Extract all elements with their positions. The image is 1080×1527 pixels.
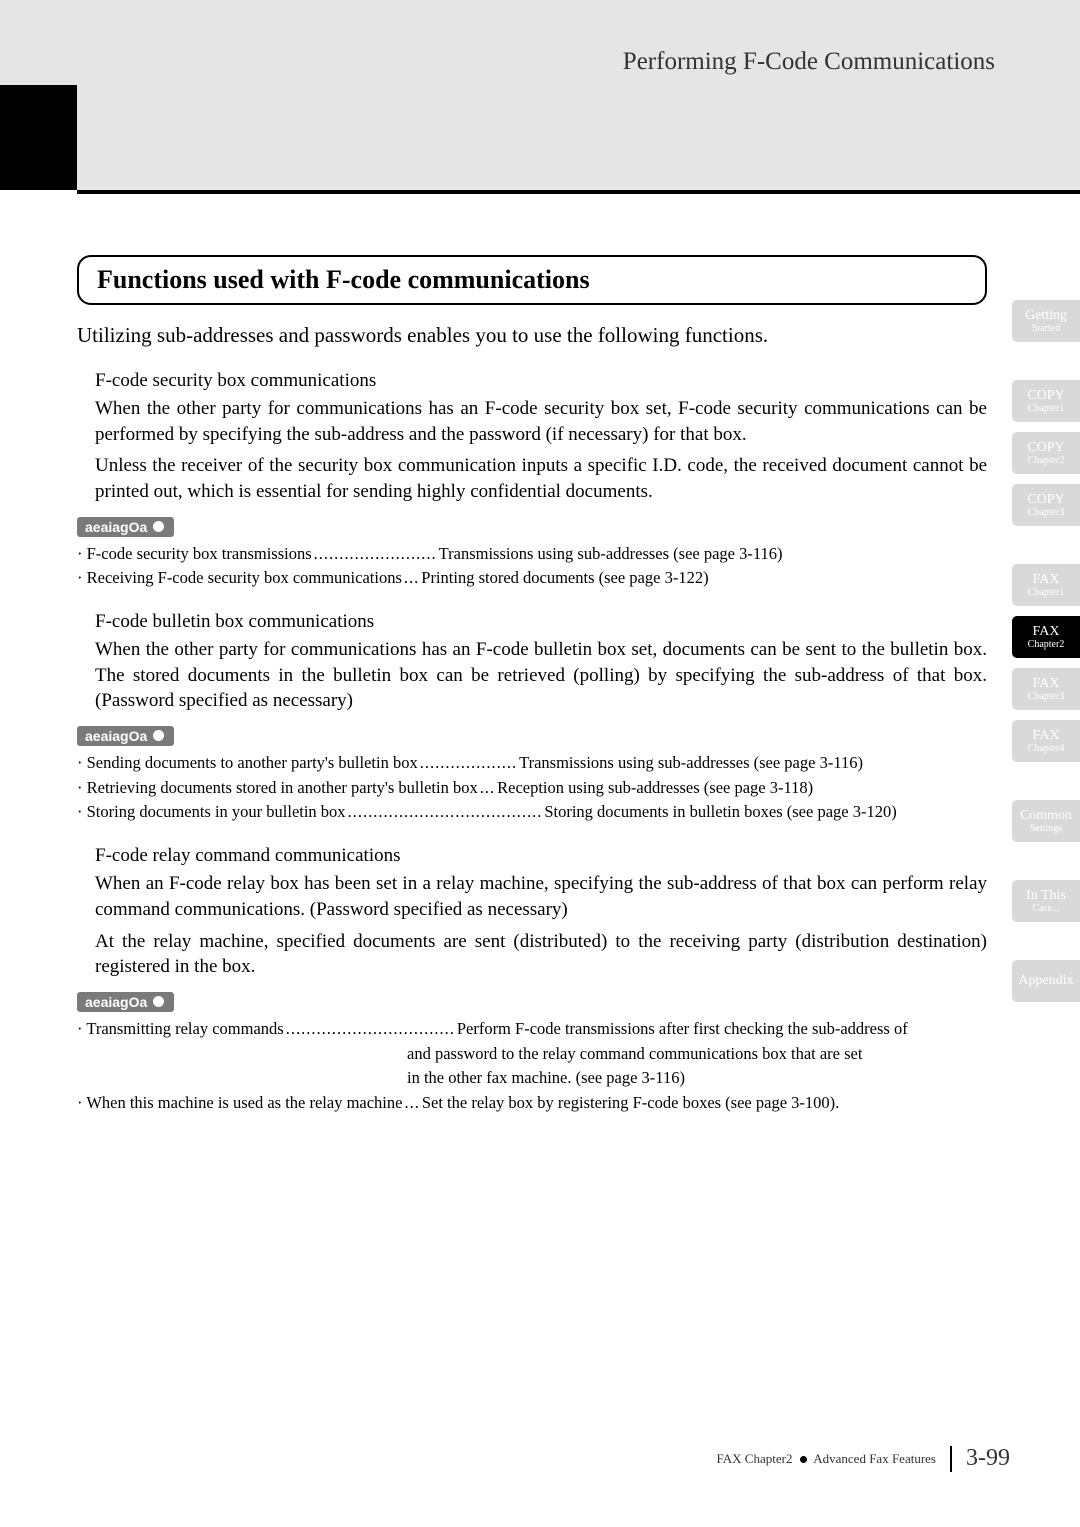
item-dots: ................... bbox=[418, 751, 519, 776]
item-dots: ... bbox=[478, 776, 497, 801]
tab-label: COPY bbox=[1027, 492, 1064, 507]
item-desc: Storing documents in bulletin boxes (see… bbox=[544, 800, 896, 825]
group-security: F-code security box communications When … bbox=[77, 370, 987, 505]
list-item: · Sending documents to another party's b… bbox=[77, 751, 987, 776]
tab-label: FAX bbox=[1033, 676, 1060, 691]
operation-list: · Transmitting relay commands ..........… bbox=[77, 1017, 987, 1116]
item-desc: Transmissions using sub-addresses (see p… bbox=[439, 542, 783, 567]
tab-sublabel: Chapter3 bbox=[1028, 691, 1065, 702]
paragraph: When the other party for communications … bbox=[95, 396, 987, 447]
group-relay: F-code relay command communications When… bbox=[77, 845, 987, 980]
tab-getting-started[interactable]: Getting Started bbox=[1012, 300, 1080, 342]
footer-trail-prefix: FAX Chapter2 bbox=[717, 1451, 793, 1466]
item-desc: Printing stored documents (see page 3-12… bbox=[421, 566, 708, 591]
tab-sublabel: Chapter1 bbox=[1028, 587, 1065, 598]
item-desc: Reception using sub-addresses (see page … bbox=[497, 776, 813, 801]
page-footer: FAX Chapter2 Advanced Fax Features 3-99 bbox=[717, 1445, 1011, 1472]
operation-list: · Sending documents to another party's b… bbox=[77, 751, 987, 825]
group-bulletin: F-code bulletin box communications When … bbox=[77, 611, 987, 714]
tab-common-settings[interactable]: Common Settings bbox=[1012, 800, 1080, 842]
item-desc: Perform F-code transmissions after first… bbox=[457, 1017, 908, 1042]
operation-badge-label: aeaiagOa bbox=[85, 728, 147, 744]
item-term: · Receiving F-code security box communic… bbox=[77, 566, 402, 591]
tab-appendix[interactable]: Appendix bbox=[1012, 960, 1080, 1002]
footer-trail-suffix: Advanced Fax Features bbox=[813, 1451, 936, 1466]
paragraph: Unless the receiver of the security box … bbox=[95, 453, 987, 504]
item-term: · Sending documents to another party's b… bbox=[77, 751, 418, 776]
operation-list: · F-code security box transmissions ....… bbox=[77, 542, 987, 592]
item-dots: ... bbox=[402, 566, 421, 591]
item-dots: ...................................... bbox=[346, 800, 545, 825]
group-title: F-code security box communications bbox=[95, 370, 987, 392]
item-term: · When this machine is used as the relay… bbox=[77, 1091, 402, 1116]
tab-fax-2[interactable]: FAX Chapter2 bbox=[1012, 616, 1080, 658]
tab-fax-1[interactable]: FAX Chapter1 bbox=[1012, 564, 1080, 606]
footer-separator bbox=[950, 1446, 952, 1472]
item-desc: Transmissions using sub-addresses (see p… bbox=[519, 751, 863, 776]
tab-sublabel: Chapter2 bbox=[1028, 639, 1065, 650]
main-heading: Functions used with F-code communication… bbox=[97, 265, 967, 295]
tab-sublabel: Case... bbox=[1033, 903, 1060, 914]
item-desc-cont: and password to the relay command commun… bbox=[77, 1042, 987, 1067]
header-black-block bbox=[0, 85, 77, 190]
group-title: F-code relay command communications bbox=[95, 845, 987, 867]
item-dots: ........................ bbox=[312, 542, 439, 567]
tab-fax-4[interactable]: FAX Chapter4 bbox=[1012, 720, 1080, 762]
list-item: · Storing documents in your bulletin box… bbox=[77, 800, 987, 825]
tab-in-this-case[interactable]: In This Case... bbox=[1012, 880, 1080, 922]
tab-label: FAX bbox=[1033, 572, 1060, 587]
page-content: Functions used with F-code communication… bbox=[77, 255, 987, 1136]
item-term: · Retrieving documents stored in another… bbox=[77, 776, 478, 801]
tab-sublabel: Started bbox=[1032, 323, 1060, 334]
intro-text: Utilizing sub-addresses and passwords en… bbox=[77, 323, 987, 348]
bullet-icon bbox=[800, 1456, 807, 1463]
tab-label: In This bbox=[1026, 888, 1066, 903]
item-desc-cont: in the other fax machine. (see page 3-11… bbox=[77, 1066, 987, 1091]
header-band: Performing F-Code Communications bbox=[0, 0, 1080, 190]
operation-badge: aeaiagOa bbox=[77, 726, 174, 746]
tab-label: COPY bbox=[1027, 440, 1064, 455]
main-heading-box: Functions used with F-code communication… bbox=[77, 255, 987, 305]
list-item: · Transmitting relay commands ..........… bbox=[77, 1017, 987, 1042]
group-title: F-code bulletin box communications bbox=[95, 611, 987, 633]
operation-badge: aeaiagOa bbox=[77, 517, 174, 537]
paragraph: When the other party for communications … bbox=[95, 637, 987, 714]
tab-label: FAX bbox=[1033, 728, 1060, 743]
paragraph: At the relay machine, specified document… bbox=[95, 929, 987, 980]
tab-sublabel: Chapter1 bbox=[1028, 403, 1065, 414]
tab-label: FAX bbox=[1033, 624, 1060, 639]
list-item: · Retrieving documents stored in another… bbox=[77, 776, 987, 801]
item-term: · Storing documents in your bulletin box bbox=[77, 800, 346, 825]
tab-label: Common bbox=[1020, 808, 1072, 823]
tab-sublabel: Chapter2 bbox=[1028, 455, 1065, 466]
tab-sublabel: Chapter3 bbox=[1028, 507, 1065, 518]
page-number: 3-99 bbox=[966, 1445, 1010, 1472]
section-title: Performing F-Code Communications bbox=[623, 48, 995, 76]
tab-fax-3[interactable]: FAX Chapter3 bbox=[1012, 668, 1080, 710]
list-item: · Receiving F-code security box communic… bbox=[77, 566, 987, 591]
tab-copy-2[interactable]: COPY Chapter2 bbox=[1012, 432, 1080, 474]
operation-badge-label: aeaiagOa bbox=[85, 994, 147, 1010]
tab-label: Getting bbox=[1025, 308, 1067, 323]
item-term: · F-code security box transmissions bbox=[77, 542, 312, 567]
header-divider bbox=[77, 190, 1080, 194]
footer-trail: FAX Chapter2 Advanced Fax Features bbox=[717, 1451, 937, 1467]
list-item: · When this machine is used as the relay… bbox=[77, 1091, 987, 1116]
item-term: · Transmitting relay commands bbox=[77, 1017, 284, 1042]
tab-sublabel: Chapter4 bbox=[1028, 743, 1065, 754]
tab-copy-1[interactable]: COPY Chapter1 bbox=[1012, 380, 1080, 422]
operation-badge-label: aeaiagOa bbox=[85, 519, 147, 535]
paragraph: When an F-code relay box has been set in… bbox=[95, 871, 987, 922]
list-item: · F-code security box transmissions ....… bbox=[77, 542, 987, 567]
tab-label: COPY bbox=[1027, 388, 1064, 403]
side-tabs: Getting Started COPY Chapter1 COPY Chapt… bbox=[1012, 300, 1080, 1002]
operation-badge: aeaiagOa bbox=[77, 992, 174, 1012]
tab-sublabel: Settings bbox=[1030, 823, 1062, 834]
tab-copy-3[interactable]: COPY Chapter3 bbox=[1012, 484, 1080, 526]
item-dots: ... bbox=[402, 1091, 421, 1116]
item-desc: Set the relay box by registering F-code … bbox=[422, 1091, 839, 1116]
tab-label: Appendix bbox=[1018, 973, 1073, 988]
item-dots: ................................. bbox=[284, 1017, 457, 1042]
